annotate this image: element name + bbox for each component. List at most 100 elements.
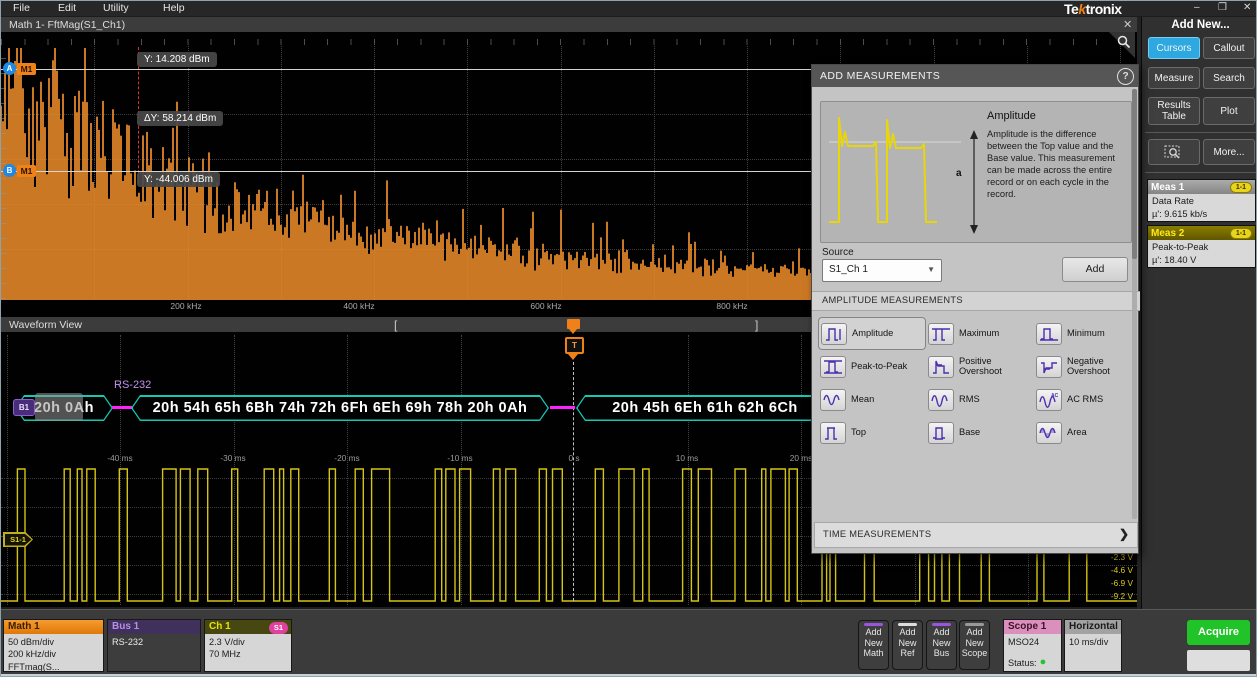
more-button[interactable]: More... <box>1203 139 1255 165</box>
math-view-titlebar: Math 1- FftMag(S1_Ch1) ✕ <box>1 17 1137 32</box>
cursor-a-badge: A <box>3 62 16 75</box>
menu-file[interactable]: File <box>13 2 30 14</box>
measurement-mean[interactable]: Mean <box>818 383 926 416</box>
search-button[interactable]: Search <box>1203 67 1255 89</box>
bus1-badge[interactable]: Bus 1 RS-232 <box>107 619 201 672</box>
cursors-button[interactable]: Cursors <box>1148 37 1200 59</box>
time-measurements-bar[interactable]: TIME MEASUREMENTS ❯ <box>814 522 1138 548</box>
add-button[interactable]: Add <box>1062 257 1128 282</box>
math1-span: 200 kHz/div <box>8 648 99 660</box>
zoom-mode-button[interactable] <box>1148 139 1200 165</box>
menu-utility[interactable]: Utility <box>103 2 129 14</box>
time-label-0: -40 ms <box>98 453 142 463</box>
description-title: Amplitude <box>987 110 1036 122</box>
math-close-icon[interactable]: ✕ <box>1123 18 1132 31</box>
plot-button[interactable]: Plot <box>1203 97 1255 125</box>
bus-name-label: RS-232 <box>114 379 151 391</box>
freq-label-600k: 600 kHz <box>524 301 568 311</box>
meas2-name: Meas 2 <box>1151 228 1184 239</box>
measurement-maximum[interactable]: Maximum <box>926 317 1034 350</box>
measurement-peak-to-peak[interactable]: Peak-to-Peak <box>818 350 926 383</box>
waveform-view-title: Waveform View <box>9 319 82 331</box>
dialog-title: ADD MEASUREMENTS <box>820 70 940 82</box>
measurement-top[interactable]: Top <box>818 416 926 449</box>
meas1-result-card[interactable]: Meas 1 1-1 Data Rate µ': 9.615 kb/s <box>1147 179 1256 222</box>
measurement-base[interactable]: Base <box>926 416 1034 449</box>
add-new-scope-button[interactable]: AddNewScope <box>959 620 990 670</box>
restore-icon[interactable]: ❐ <box>1218 2 1227 13</box>
menu-help[interactable]: Help <box>163 2 185 14</box>
dialog-header[interactable]: ADD MEASUREMENTS ? <box>812 65 1138 87</box>
measurement-description-panel: a Amplitude Amplitude is the difference … <box>820 101 1132 243</box>
measure-button[interactable]: Measure <box>1148 67 1200 89</box>
meas1-type: Data Rate <box>1152 195 1251 208</box>
meas1-name: Meas 1 <box>1151 182 1184 193</box>
zoom-box-icon <box>1164 144 1184 161</box>
ac-rms-icon: AC <box>1036 389 1062 411</box>
measurement-rms[interactable]: RMS <box>926 383 1034 416</box>
measurement-negative-overshoot[interactable]: Negative Overshoot <box>1034 350 1134 383</box>
ch1-source-pill: S1 <box>269 622 288 635</box>
measurement-positive-overshoot[interactable]: Positive Overshoot <box>926 350 1034 383</box>
add-measurements-dialog: ADD MEASUREMENTS ? a Amplitude Amplitude… <box>811 64 1139 554</box>
results-table-button[interactable]: Results Table <box>1148 97 1200 125</box>
acquire-button[interactable]: Acquire <box>1187 620 1250 645</box>
amplitude-section-header: AMPLITUDE MEASUREMENTS <box>812 291 1140 311</box>
meas2-value: µ': 18.40 V <box>1152 254 1251 267</box>
bus1-protocol: RS-232 <box>112 636 196 648</box>
meas2-result-card[interactable]: Meas 2 1-1 Peak-to-Peak µ': 18.40 V <box>1147 225 1256 268</box>
time-label-1: -30 ms <box>211 453 255 463</box>
maximum-icon <box>928 323 954 345</box>
menu-bar: File Edit Utility Help Tektronix – ❐ ✕ <box>1 1 1257 16</box>
time-label-3: -10 ms <box>438 453 482 463</box>
horizontal-scale: 10 ms/div <box>1069 636 1117 648</box>
dialog-scrollbar-track[interactable] <box>1132 89 1137 519</box>
measurement-minimum[interactable]: Minimum <box>1034 317 1134 350</box>
source-select[interactable]: S1_Ch 1 ▼ <box>822 259 942 282</box>
horizontal-badge[interactable]: Horizontal 10 ms/div <box>1064 619 1122 672</box>
freq-label-200k: 200 kHz <box>164 301 208 311</box>
zoom-bracket-left[interactable]: [ <box>394 318 397 332</box>
time-label-4: 0 s <box>552 453 596 463</box>
bus-packet-2[interactable]: 20h 54h 65h 6Bh 74h 72h 6Fh 6Eh 69h 78h … <box>131 395 549 421</box>
dialog-scrollbar-thumb[interactable] <box>1132 89 1137 259</box>
status-dot-icon: ● <box>1040 658 1047 667</box>
menu-edit[interactable]: Edit <box>58 2 76 14</box>
magnifier-icon[interactable] <box>1117 35 1131 49</box>
bus-packet-3[interactable]: 20h 45h 6Eh 61h 62h 6Ch <box>576 395 834 421</box>
bottom-status-bar: Math 1 50 dBm/div 200 kHz/div FFTmag(S..… <box>1 609 1257 674</box>
bus-idle-segment-2 <box>550 406 575 409</box>
close-icon[interactable]: ✕ <box>1243 2 1251 13</box>
area-icon <box>1036 422 1062 444</box>
measurement-area[interactable]: Area <box>1034 416 1134 449</box>
ch1-badge[interactable]: Ch 1 S1 2.3 V/div 70 MHz <box>204 619 292 672</box>
add-new-ref-button[interactable]: AddNewRef <box>892 620 923 670</box>
sidebar-title: Add New... <box>1142 19 1257 31</box>
zoom-bracket-right[interactable]: ] <box>755 318 758 332</box>
mean-icon <box>820 389 846 411</box>
math1-scale: 50 dBm/div <box>8 636 99 648</box>
cursor-b-badge: B <box>3 164 16 177</box>
minimize-icon[interactable]: – <box>1194 2 1200 13</box>
measurement-ac-rms[interactable]: AC AC RMS <box>1034 383 1134 416</box>
voltage-label-2: -6.9 V <box>1095 578 1133 588</box>
horizontal-position-marker[interactable] <box>567 319 580 329</box>
math1-badge[interactable]: Math 1 50 dBm/div 200 kHz/div FFTmag(S..… <box>3 619 104 672</box>
voltage-label-3: -9.2 V <box>1095 591 1133 601</box>
callout-button[interactable]: Callout <box>1203 37 1255 59</box>
freq-label-400k: 400 kHz <box>337 301 381 311</box>
add-new-bus-button[interactable]: AddNewBus <box>926 620 957 670</box>
ch1-bandwidth: 70 MHz <box>209 648 287 660</box>
amplitude-annotation: a <box>956 168 962 179</box>
help-icon[interactable]: ? <box>1117 68 1134 85</box>
source-label: Source <box>822 247 854 258</box>
meas1-source-pill: 1-1 <box>1230 182 1252 193</box>
add-new-math-button[interactable]: AddNewMath <box>858 620 889 670</box>
bus-b1-badge[interactable]: B1 <box>13 399 35 416</box>
freq-label-800k: 800 kHz <box>710 301 754 311</box>
minimum-icon <box>1036 323 1062 345</box>
cursor-delta-readout: ΔY: 58.214 dBm <box>137 111 223 126</box>
measurement-amplitude[interactable]: Amplitude <box>818 317 926 350</box>
scope1-badge[interactable]: Scope 1 MSO24 Status: ● <box>1003 619 1062 672</box>
trigger-flag[interactable]: T <box>565 337 584 354</box>
